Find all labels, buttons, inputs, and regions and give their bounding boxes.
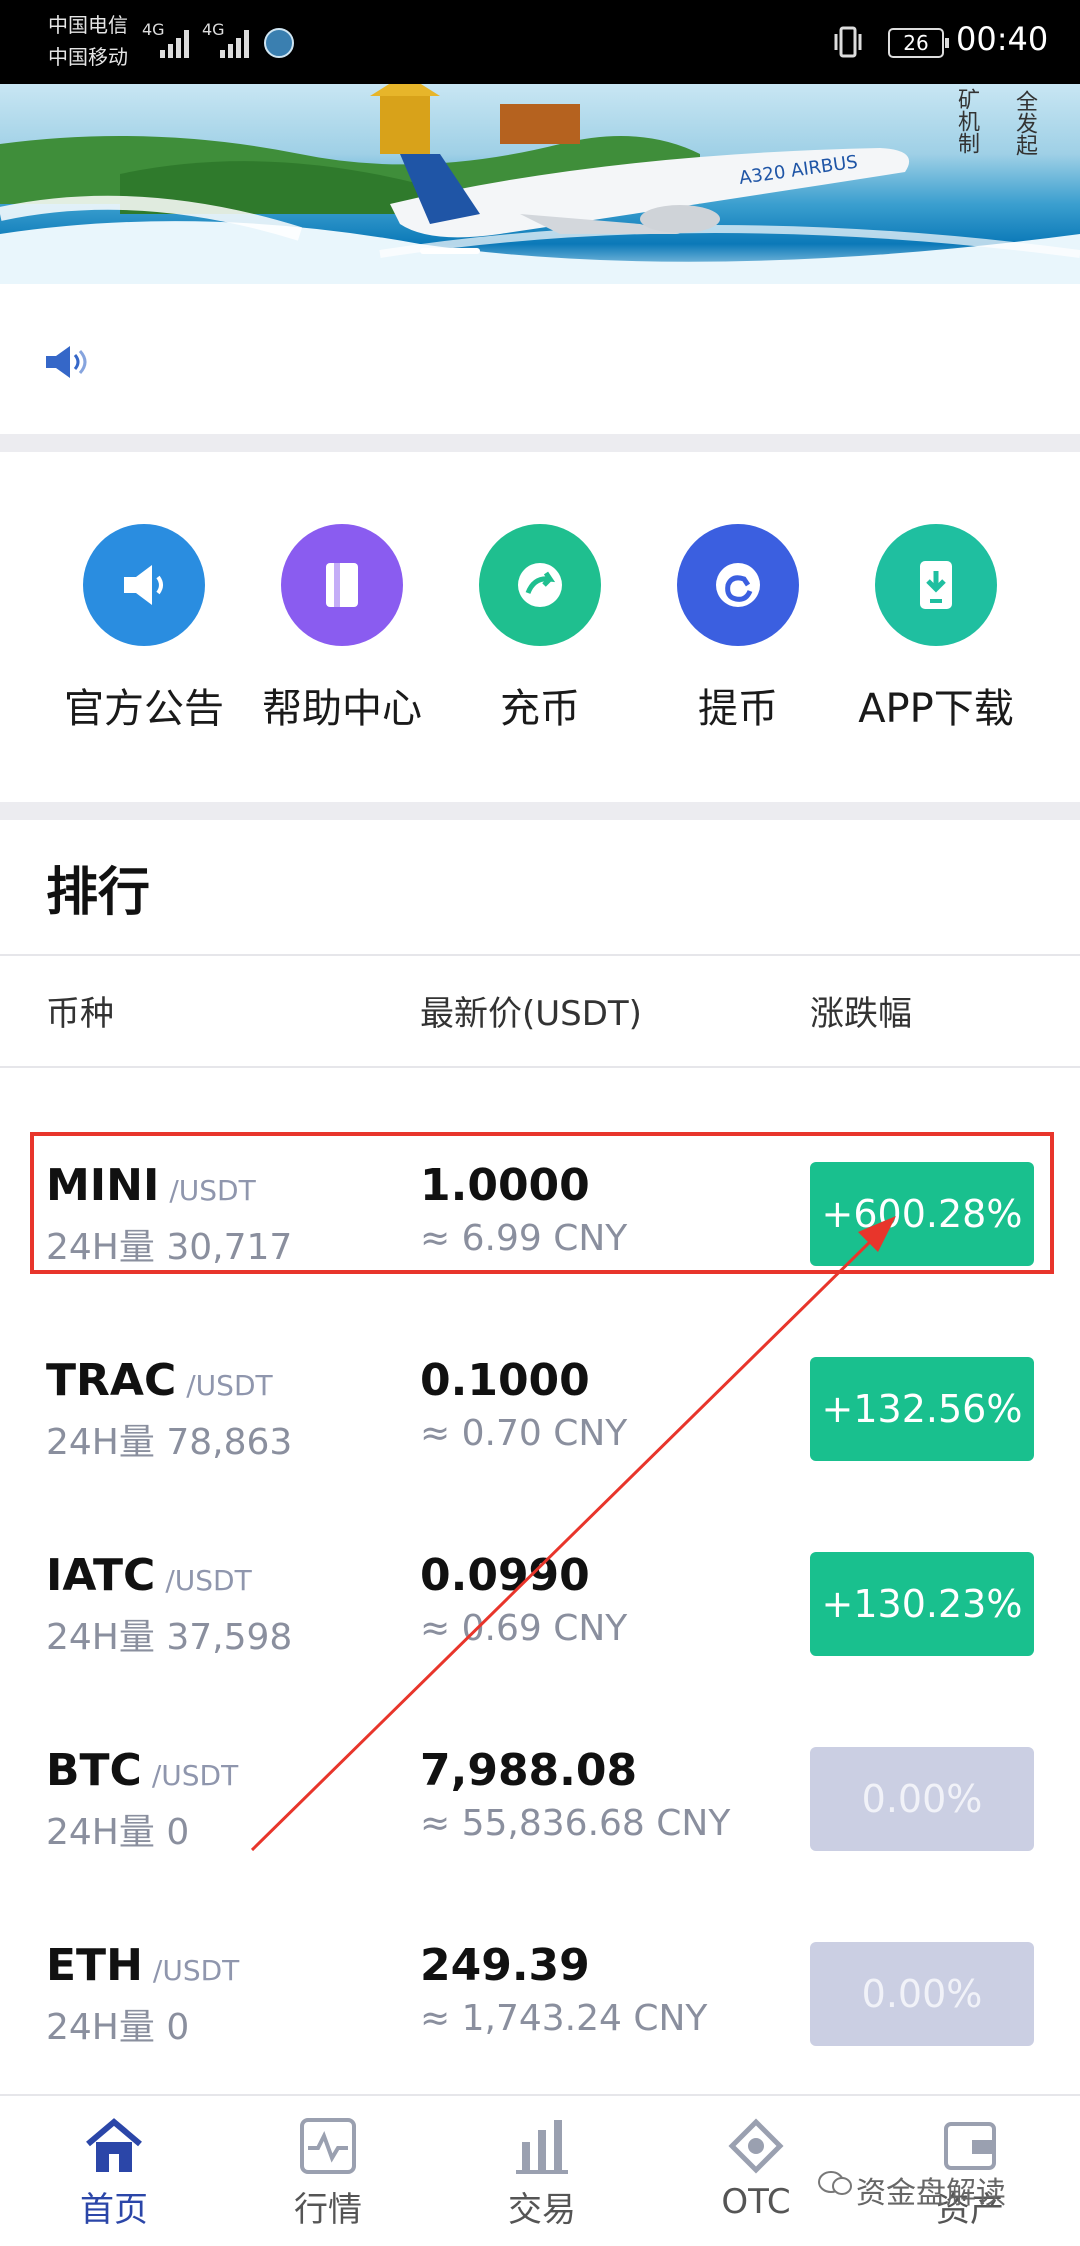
home-icon [86, 2118, 142, 2172]
menu-label: APP下载 [858, 686, 1014, 732]
menu-label: 提币 [698, 686, 778, 732]
menu-item-app-download[interactable]: APP下载 [836, 524, 1036, 734]
menu-label: 帮助中心 [262, 686, 422, 732]
speaker-icon [46, 346, 87, 378]
trade-icon [516, 2120, 568, 2174]
deposit-icon [479, 524, 601, 646]
ranking-row[interactable]: IATC/USDT 24H量 37,598 0.0990 ≈ 0.69 CNY … [0, 1540, 1080, 1720]
ranking-row[interactable]: ETH/USDT 24H量 0 249.39 ≈ 1,743.24 CNY 0.… [0, 1930, 1080, 2110]
section-divider [0, 802, 1080, 820]
market-icon [300, 2118, 356, 2174]
carrier-name-1: 中国电信 [48, 13, 128, 37]
header-price: 最新价(USDT) [420, 994, 642, 1034]
watermark-text: 资金盘解读 [856, 2176, 1006, 2211]
tab-label: 首页 [80, 2190, 148, 2230]
coin-price: 7,988.08 [420, 1745, 638, 1796]
menu-item-withdraw[interactable]: 提币 [638, 524, 838, 734]
tab-trade[interactable]: 交易 [462, 2116, 622, 2231]
coin-pair: /USDT [165, 1564, 252, 1597]
signal-icon [220, 26, 256, 58]
tab-home[interactable]: 首页 [34, 2116, 194, 2231]
otc-icon [728, 2118, 784, 2174]
vibrate-icon [834, 26, 862, 58]
divider-line [0, 1066, 1080, 1068]
ranking-row[interactable]: BTC/USDT 24H量 0 7,988.08 ≈ 55,836.68 CNY… [0, 1735, 1080, 1915]
coin-price: 0.1000 [420, 1355, 590, 1406]
tab-label: 行情 [294, 2190, 362, 2230]
carousel-indicator [420, 248, 480, 254]
watermark-icon [818, 2171, 852, 2195]
header-coin: 币种 [46, 994, 114, 1034]
coin-symbol: TRAC/USDT [46, 1355, 273, 1406]
coin-price-cny: ≈ 0.69 CNY [420, 1608, 628, 1649]
withdraw-icon [677, 524, 799, 646]
coin-symbol: ETH/USDT [46, 1940, 240, 1991]
coin-pair: /USDT [152, 1954, 240, 1987]
coin-symbol: BTC/USDT [46, 1745, 239, 1796]
menu-item-help-center[interactable]: 帮助中心 [242, 524, 442, 734]
clock: 00:40 [956, 20, 1049, 58]
coin-volume: 24H量 0 [46, 1812, 190, 1853]
coin-volume: 24H量 0 [46, 2007, 190, 2048]
quick-menu: 官方公告 帮助中心 充币 提币 APP下载 [0, 452, 1080, 802]
ranking-title: 排行 [46, 863, 151, 923]
change-badge: 0.00% [810, 1747, 1034, 1851]
coin-volume: 24H量 37,598 [46, 1617, 293, 1658]
coin-pair: /USDT [186, 1369, 273, 1402]
menu-label: 充币 [500, 686, 580, 732]
coin-price-cny: ≈ 55,836.68 CNY [420, 1803, 731, 1844]
highlight-box [30, 1132, 1054, 1274]
coin-price-cny: ≈ 0.70 CNY [420, 1413, 628, 1454]
wallet-icon [944, 2122, 996, 2170]
menu-item-deposit[interactable]: 充币 [440, 524, 640, 734]
coin-pair: /USDT [151, 1759, 239, 1792]
change-badge: 0.00% [810, 1942, 1034, 2046]
header-change: 涨跌幅 [810, 994, 912, 1034]
ranking-row[interactable]: TRAC/USDT 24H量 78,863 0.1000 ≈ 0.70 CNY … [0, 1345, 1080, 1525]
menu-item-announcement[interactable]: 官方公告 [44, 524, 244, 734]
coin-price: 249.39 [420, 1940, 590, 1991]
tab-market[interactable]: 行情 [248, 2116, 408, 2231]
app-download-icon [875, 524, 997, 646]
signal-icon [160, 26, 196, 58]
battery-icon: 26 [888, 28, 949, 58]
megaphone-icon [83, 524, 205, 646]
app-notification-icon [264, 28, 294, 58]
coin-price-cny: ≈ 1,743.24 CNY [420, 1998, 708, 2039]
change-badge: +132.56% [810, 1357, 1034, 1461]
status-bar: 中国电信 中国移动 4G 4G 26 00:40 [0, 0, 1080, 84]
promo-banner[interactable]: A320 AIRBUS 全发起 矿机制 [0, 84, 1080, 284]
carrier-name-2: 中国移动 [48, 45, 128, 69]
change-badge: +130.23% [810, 1552, 1034, 1656]
tab-label: OTC [721, 2182, 791, 2222]
banner-text: 矿机制 [954, 88, 979, 154]
airplane-illustration: A320 AIRBUS [0, 84, 1080, 284]
book-icon [281, 524, 403, 646]
coin-volume: 24H量 78,863 [46, 1422, 293, 1463]
notice-bar[interactable] [0, 284, 1080, 434]
divider-line [0, 954, 1080, 956]
coin-symbol: IATC/USDT [46, 1550, 252, 1601]
tab-label: 交易 [508, 2190, 576, 2230]
banner-text: 全发起 [1012, 90, 1037, 156]
tab-otc[interactable]: OTC [676, 2116, 836, 2222]
menu-label: 官方公告 [64, 686, 224, 732]
section-divider [0, 434, 1080, 452]
coin-price: 0.0990 [420, 1550, 590, 1601]
